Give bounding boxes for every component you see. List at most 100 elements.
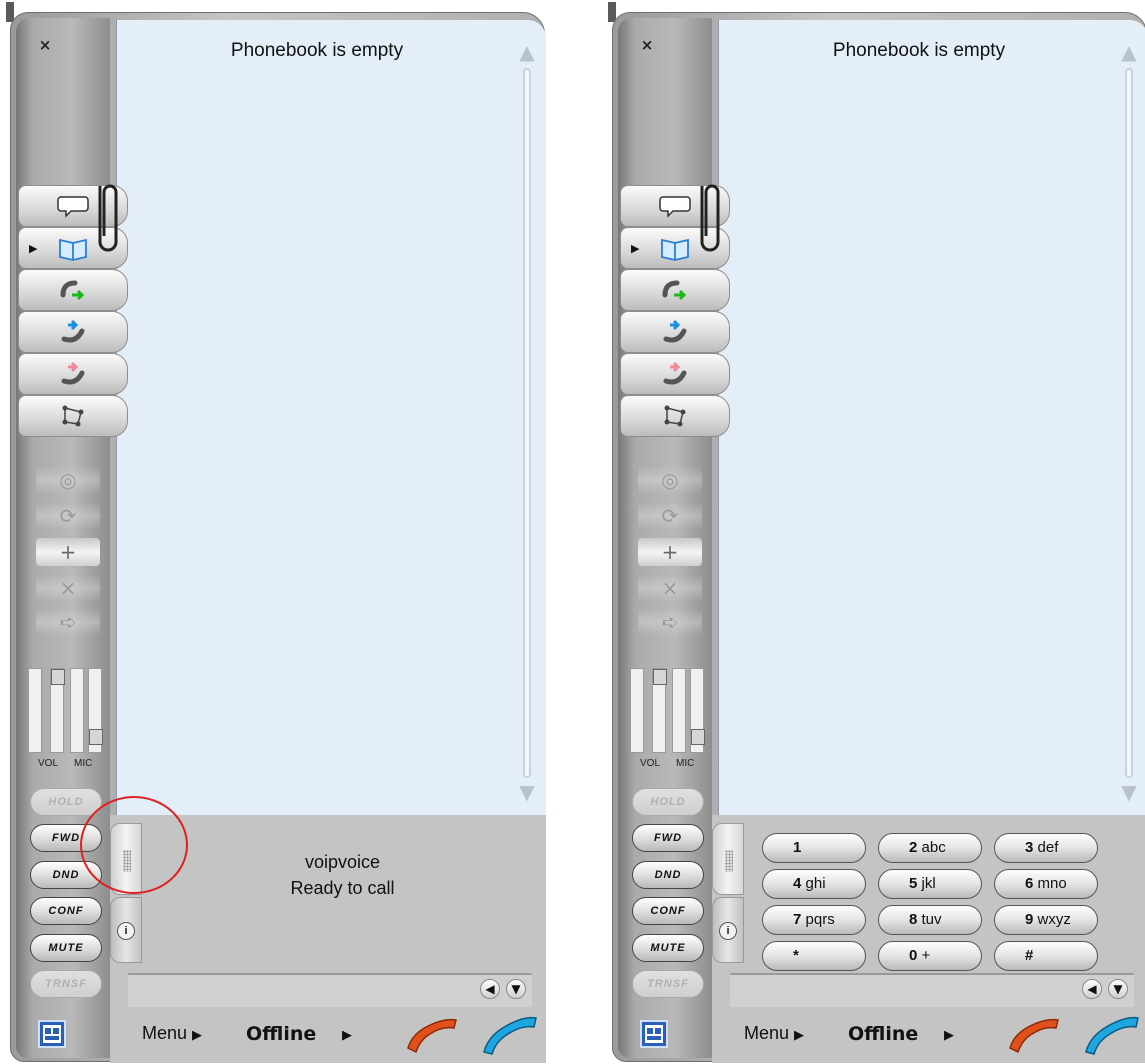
hold-button[interactable]: HOLD	[632, 788, 704, 816]
paperclip-icon	[98, 184, 118, 252]
fwd-button[interactable]: FWD	[632, 824, 704, 852]
add-contact-button[interactable]: +	[36, 538, 100, 566]
key-1[interactable]: 1	[762, 833, 866, 863]
volume-knob[interactable]	[653, 669, 667, 685]
missed-calls-tab[interactable]	[18, 353, 128, 395]
scroll-down-icon[interactable]: ▼	[517, 782, 537, 802]
call-status: voipvoice Ready to call	[230, 849, 455, 901]
menu-button[interactable]: Menu ▶	[142, 1023, 202, 1044]
key-6[interactable]: 6 mno	[994, 869, 1098, 899]
mic-slider[interactable]	[88, 668, 103, 753]
mic-slider[interactable]	[690, 668, 705, 753]
call-icon[interactable]	[478, 1008, 542, 1060]
incoming-calls-tab[interactable]	[18, 311, 128, 353]
users-icon	[43, 1025, 61, 1043]
history-dropdown-icon[interactable]: ▼	[1108, 979, 1128, 999]
outgoing-calls-tab[interactable]	[620, 269, 730, 311]
selected-arrow-icon: ▶	[29, 243, 38, 255]
missed-calls-tab[interactable]	[620, 353, 730, 395]
info-tab[interactable]: i	[712, 897, 744, 963]
hold-button[interactable]: HOLD	[30, 788, 102, 816]
key-3[interactable]: 3 def	[994, 833, 1098, 863]
hangup-icon[interactable]	[1004, 1008, 1064, 1058]
refresh-icon[interactable]: ⟳	[638, 502, 702, 530]
close-button[interactable]: ×	[638, 36, 656, 54]
trnsf-button[interactable]: TRNSF	[30, 970, 102, 998]
open-book-icon	[59, 238, 87, 261]
volume-slider[interactable]	[28, 668, 42, 753]
mic-slider-track-a[interactable]	[70, 668, 84, 753]
paperclip-icon	[700, 184, 720, 252]
dnd-button[interactable]: DND	[632, 861, 704, 889]
eye-icon[interactable]: ◎	[36, 466, 100, 494]
dial-input[interactable]	[730, 973, 1134, 1007]
key-hash[interactable]: #	[994, 941, 1098, 971]
scrollbar[interactable]	[1125, 68, 1133, 778]
mute-button[interactable]: MUTE	[30, 934, 102, 962]
key-7[interactable]: 7 pqrs	[762, 905, 866, 935]
highlight-circle	[80, 796, 188, 894]
scrollbar[interactable]	[523, 68, 531, 778]
selected-arrow-icon: ▶	[631, 243, 640, 255]
volume-slider-track[interactable]	[652, 668, 667, 753]
phone-window-right: × Phonebook is empty ▲ ▼ ▶ ◎ ⟳ + × ➪ VOL…	[602, 0, 1145, 1064]
key-4[interactable]: 4 ghi	[762, 869, 866, 899]
dial-keypad: 1 2 abc 3 def 4 ghi 5 jkl 6 mno 7 pqrs 8…	[752, 823, 1102, 971]
missed-call-icon	[61, 361, 85, 385]
presence-caret-icon[interactable]: ▶	[944, 1027, 954, 1043]
network-tab[interactable]	[620, 395, 730, 437]
volume-slider[interactable]	[630, 668, 644, 753]
hangup-icon[interactable]	[402, 1008, 462, 1058]
incoming-call-icon	[61, 319, 85, 343]
presence-status[interactable]: Offline	[246, 1023, 316, 1045]
add-contact-button[interactable]: +	[638, 538, 702, 566]
presence-status[interactable]: Offline	[848, 1023, 918, 1045]
key-0[interactable]: 0 +	[878, 941, 982, 971]
phonebook-status: Phonebook is empty	[832, 40, 1006, 61]
backspace-arrow-icon[interactable]: ◀	[1082, 979, 1102, 999]
delete-icon[interactable]: ×	[638, 574, 702, 602]
presence-caret-icon[interactable]: ▶	[342, 1027, 352, 1043]
info-tab[interactable]: i	[110, 897, 142, 963]
volume-slider-track[interactable]	[50, 668, 65, 753]
network-tab[interactable]	[18, 395, 128, 437]
conf-button[interactable]: CONF	[632, 897, 704, 925]
speech-bubble-icon	[659, 196, 691, 218]
mic-knob[interactable]	[691, 729, 705, 745]
incoming-call-icon	[663, 319, 687, 343]
mute-button[interactable]: MUTE	[632, 934, 704, 962]
outgoing-calls-tab[interactable]	[18, 269, 128, 311]
outgoing-call-icon	[662, 280, 687, 301]
scroll-up-icon[interactable]: ▲	[1119, 42, 1139, 62]
scroll-up-icon[interactable]: ▲	[517, 42, 537, 62]
mic-slider-track-a[interactable]	[672, 668, 686, 753]
volume-knob[interactable]	[51, 669, 65, 685]
delete-icon[interactable]: ×	[36, 574, 100, 602]
incoming-calls-tab[interactable]	[620, 311, 730, 353]
history-dropdown-icon[interactable]: ▼	[506, 979, 526, 999]
scroll-down-icon[interactable]: ▼	[1119, 782, 1139, 802]
menu-button[interactable]: Menu ▶	[744, 1023, 804, 1044]
dial-input[interactable]	[128, 973, 532, 1007]
close-button[interactable]: ×	[36, 36, 54, 54]
contacts-button[interactable]	[38, 1020, 66, 1048]
key-5[interactable]: 5 jkl	[878, 869, 982, 899]
conf-button[interactable]: CONF	[30, 897, 102, 925]
key-9[interactable]: 9 wxyz	[994, 905, 1098, 935]
import-icon[interactable]: ➪	[36, 608, 100, 636]
keypad-toggle-tab[interactable]	[712, 823, 744, 895]
call-icon[interactable]	[1080, 1008, 1144, 1060]
phonebook-status: Phonebook is empty	[230, 40, 404, 61]
trnsf-button[interactable]: TRNSF	[632, 970, 704, 998]
key-8[interactable]: 8 tuv	[878, 905, 982, 935]
refresh-icon[interactable]: ⟳	[36, 502, 100, 530]
key-2[interactable]: 2 abc	[878, 833, 982, 863]
backspace-arrow-icon[interactable]: ◀	[480, 979, 500, 999]
mic-knob[interactable]	[89, 729, 103, 745]
eye-icon[interactable]: ◎	[638, 466, 702, 494]
contacts-button[interactable]	[640, 1020, 668, 1048]
outgoing-call-icon	[60, 280, 85, 301]
info-icon: i	[117, 922, 135, 940]
import-icon[interactable]: ➪	[638, 608, 702, 636]
key-star[interactable]: *	[762, 941, 866, 971]
